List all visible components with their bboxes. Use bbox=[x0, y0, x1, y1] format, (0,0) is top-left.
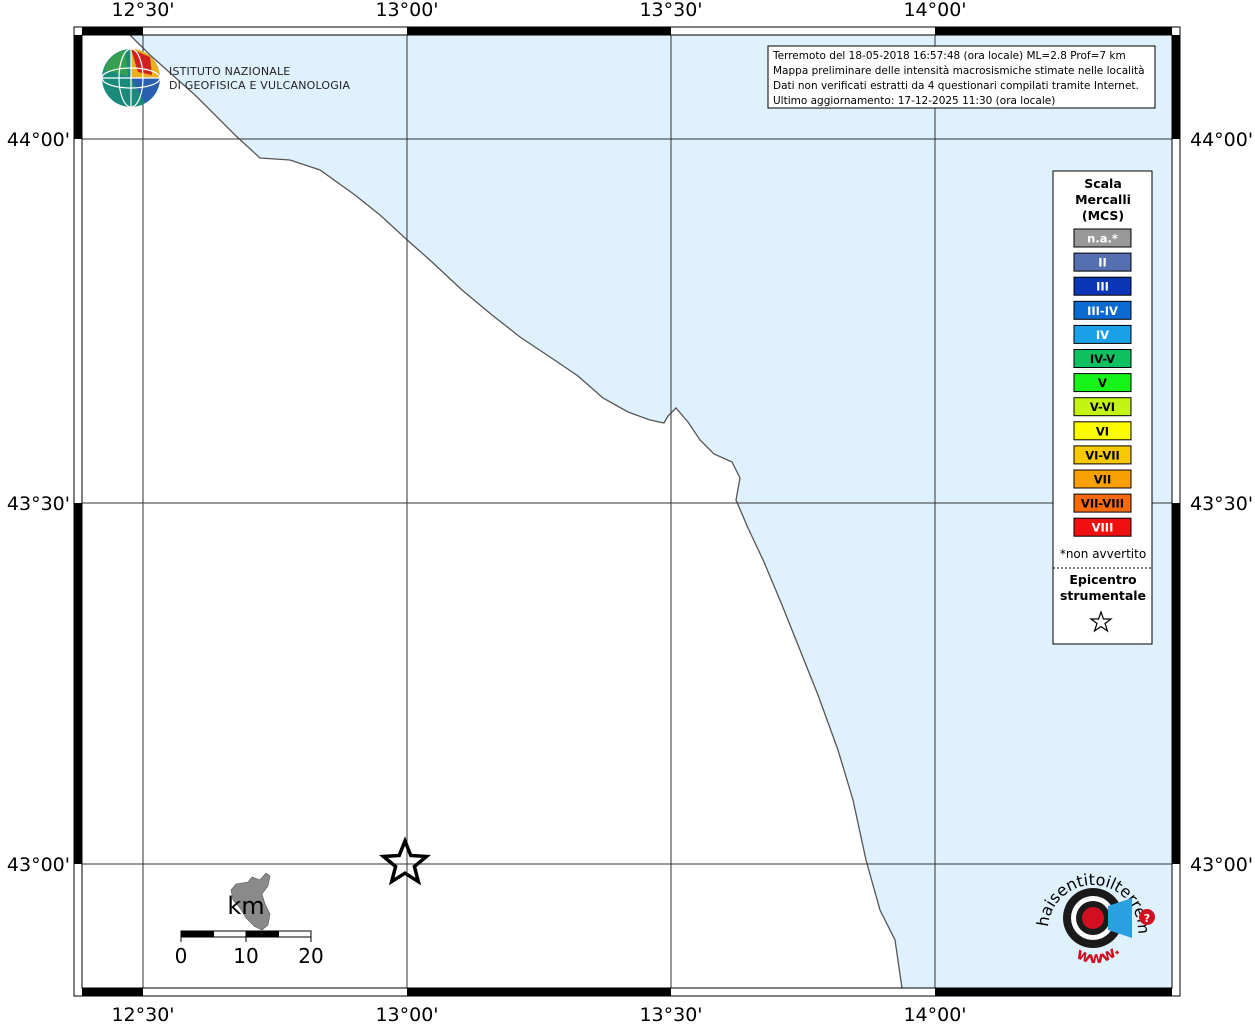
legend-item: VI-VII bbox=[1073, 445, 1132, 465]
info-line-update: Ultimo aggiornamento: 17-12-2025 11:30 (… bbox=[773, 95, 1055, 107]
legend-label: VII-VIII bbox=[1081, 497, 1124, 511]
ingv-name-line1: ISTITUTO NAZIONALE bbox=[169, 65, 290, 78]
legend-item: V bbox=[1073, 373, 1132, 393]
legend-title-line: Scala bbox=[1084, 176, 1122, 191]
lat-labels-left: 44°00' 43°30' 43°00' bbox=[7, 129, 70, 876]
ingv-globe-icon bbox=[101, 48, 161, 108]
lon-label-bottom: 12°30' bbox=[111, 1004, 174, 1024]
lat-label-left: 43°00' bbox=[7, 854, 70, 876]
legend-title-line: (MCS) bbox=[1082, 208, 1124, 223]
event-info-box: Terremoto del 18-05-2018 16:57:48 (ora l… bbox=[767, 45, 1156, 109]
legend-item: IV-V bbox=[1073, 349, 1132, 368]
legend-label: III bbox=[1096, 280, 1109, 294]
lon-label-bottom: 13°00' bbox=[375, 1004, 438, 1024]
legend-item: n.a.* bbox=[1073, 228, 1132, 248]
legend-label: V-VI bbox=[1090, 400, 1115, 414]
lat-label-left: 44°00' bbox=[7, 129, 70, 151]
info-line-data-source: Dati non verificati estratti da 4 questi… bbox=[773, 80, 1139, 92]
legend-label: VII bbox=[1094, 473, 1111, 487]
intensity-legend: Scala Mercalli (MCS) n.a.*IIIIIIII-IVIVI… bbox=[1052, 170, 1153, 645]
lat-label-left: 43°30' bbox=[7, 493, 70, 515]
legend-label: IV bbox=[1096, 328, 1109, 342]
lon-labels-bottom: 12°30' 13°00' 13°30' 14°00' bbox=[111, 1004, 966, 1024]
info-line-event: Terremoto del 18-05-2018 16:57:48 (ora l… bbox=[772, 50, 1126, 62]
legend-item: V-VI bbox=[1073, 397, 1132, 417]
lon-label-top: 13°30' bbox=[639, 0, 702, 21]
legend-label: III-IV bbox=[1087, 304, 1118, 318]
legend-label: n.a.* bbox=[1087, 232, 1118, 246]
scale-label: 0 bbox=[175, 944, 188, 968]
map-area bbox=[82, 35, 1172, 988]
legend-item: VI bbox=[1073, 421, 1132, 441]
legend-item: III-IV bbox=[1073, 300, 1132, 320]
legend-item: VII-VIII bbox=[1073, 493, 1132, 513]
lon-label-bottom: 14°00' bbox=[903, 1004, 966, 1024]
legend-label: II bbox=[1098, 256, 1107, 270]
legend-item: IV bbox=[1073, 324, 1132, 344]
legend-label: V bbox=[1098, 376, 1107, 390]
legend-item: VIII bbox=[1073, 517, 1132, 537]
svg-text:?: ? bbox=[1144, 912, 1150, 925]
ingv-name-line2: DI GEOFISICA E VULCANOLOGIA bbox=[169, 79, 350, 92]
legend-epicenter-line: strumentale bbox=[1060, 588, 1146, 603]
legend-item: VII bbox=[1073, 469, 1132, 489]
macroseismic-map: 12°30' 13°00' 13°30' 14°00' 12°30' 13°00… bbox=[0, 0, 1253, 1024]
legend-title-line: Mercalli bbox=[1075, 192, 1131, 207]
legend-label: IV-V bbox=[1090, 352, 1115, 366]
scale-label: 20 bbox=[298, 944, 323, 968]
lat-label-right: 43°00' bbox=[1190, 854, 1253, 876]
legend-item: II bbox=[1073, 252, 1132, 272]
legend-label: VIII bbox=[1092, 521, 1114, 535]
legend-item: III bbox=[1073, 276, 1132, 296]
legend-label: VI bbox=[1096, 424, 1109, 438]
lat-label-right: 43°30' bbox=[1190, 493, 1253, 515]
legend-note: *non avvertito bbox=[1060, 547, 1146, 561]
lon-labels-top: 12°30' 13°00' 13°30' 14°00' bbox=[111, 0, 966, 21]
lon-label-top: 13°00' bbox=[375, 0, 438, 21]
lat-labels-right: 44°00' 43°30' 43°00' bbox=[1190, 129, 1253, 876]
legend-epicenter-line: Epicentro bbox=[1069, 572, 1137, 587]
scale-label: 10 bbox=[233, 944, 258, 968]
lon-label-top: 14°00' bbox=[903, 0, 966, 21]
info-line-description: Mappa preliminare delle intensità macros… bbox=[773, 65, 1145, 77]
legend-label: VI-VII bbox=[1085, 448, 1120, 462]
lon-label-bottom: 13°30' bbox=[639, 1004, 702, 1024]
scale-unit: km bbox=[227, 892, 264, 920]
lon-label-top: 12°30' bbox=[111, 0, 174, 21]
lat-label-right: 44°00' bbox=[1190, 129, 1253, 151]
